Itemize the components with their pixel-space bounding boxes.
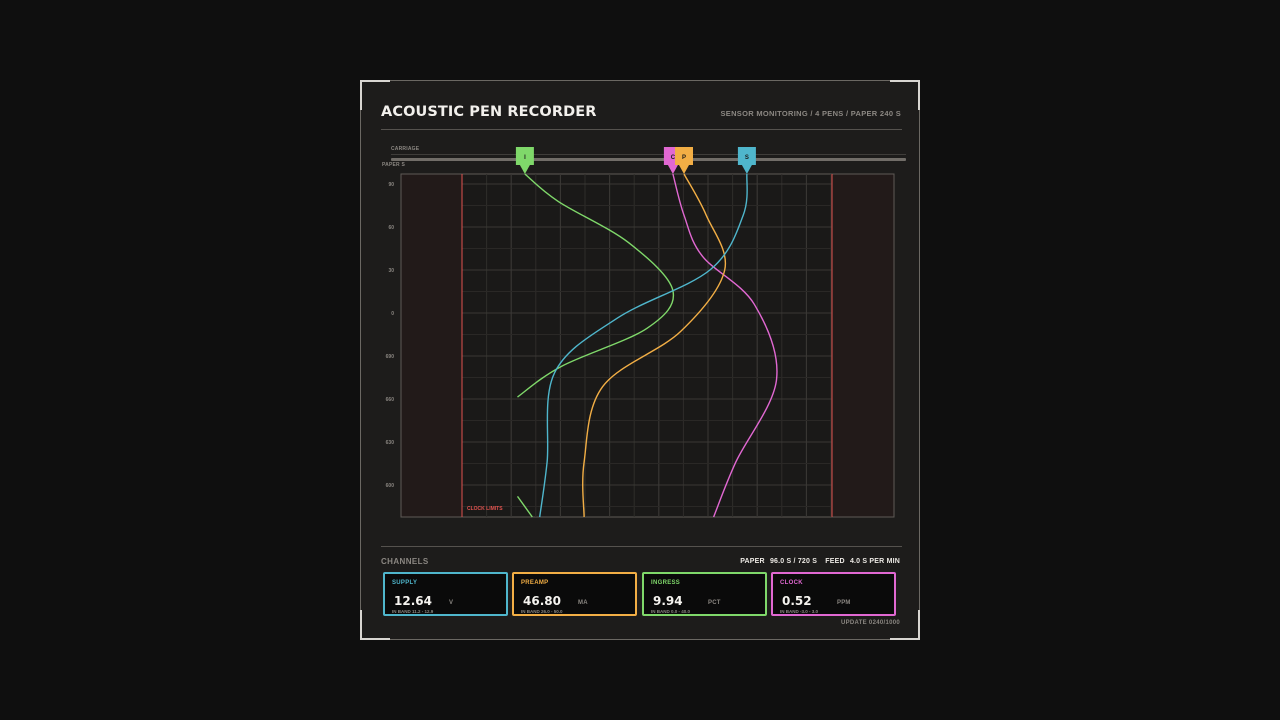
corner-mark — [360, 610, 362, 640]
out-of-limit-zone-right — [832, 174, 894, 517]
pen-label-p: P — [682, 155, 686, 161]
channel-band: IN BAND 0.0 - 40.0 — [651, 609, 691, 614]
y-tick-label: 690 — [386, 354, 395, 360]
channel-card-supply[interactable]: SUPPLY 12.64 V IN BAND 11.2 - 12.9 — [383, 572, 508, 616]
channel-unit: PPM — [837, 600, 851, 606]
update-counter: UPDATE 0240/1000 — [840, 620, 900, 626]
y-tick-label: 600 — [386, 483, 395, 489]
paper-feed-status: PAPER 96.0 S / 720 S FEED 4.0 S PER MIN — [737, 558, 900, 565]
channels-divider — [381, 546, 902, 547]
channel-card-ingress[interactable]: INGRESS 9.94 PCT IN BAND 0.0 - 40.0 — [642, 572, 767, 616]
channel-unit: V — [449, 600, 454, 606]
feed-value: 4.0 S PER MIN — [849, 558, 900, 565]
channel-value: 9.94 — [653, 594, 683, 608]
y-tick-label: 0 — [391, 311, 394, 317]
paper-value: 96.0 S / 720 S — [769, 558, 818, 565]
y-tick-label: 630 — [386, 440, 395, 446]
channel-name: CLOCK — [780, 580, 803, 586]
pen-tip-i — [519, 165, 530, 174]
channel-name: PREAMP — [521, 580, 549, 586]
y-tick-label: 30 — [388, 268, 394, 274]
feed-key: FEED — [825, 558, 845, 565]
recorder-panel: ACOUSTIC PEN RECORDER SENSOR MONITORING … — [360, 80, 920, 640]
pen-tip-p — [679, 165, 689, 174]
strip-chart: 9060300690660630600CLOCK LIMITSI C P S — [386, 147, 895, 518]
channel-card-clock[interactable]: CLOCK 0.52 PPM IN BAND -3.0 - 3.0 — [771, 572, 896, 616]
pen-tip-c — [667, 165, 678, 174]
pen-tip-s — [741, 165, 752, 174]
out-of-limit-zone-left — [401, 174, 462, 517]
y-tick-label: 90 — [388, 182, 394, 188]
channel-value: 46.80 — [523, 594, 561, 608]
y-tick-label: 660 — [386, 397, 395, 403]
channel-unit: MA — [578, 600, 588, 606]
channel-value: 0.52 — [782, 594, 812, 608]
channel-band: IN BAND 11.2 - 12.9 — [392, 609, 434, 614]
chart-frame — [400, 173, 895, 518]
paper-key: PAPER — [740, 558, 765, 565]
channel-band: IN BAND 26.0 - 50.0 — [521, 609, 563, 614]
channel-card-preamp[interactable]: PREAMP 46.80 MA IN BAND 26.0 - 50.0 — [512, 572, 637, 616]
channels-label: CHANNELS — [381, 557, 429, 566]
channel-name: INGRESS — [651, 580, 681, 586]
channel-value: 12.64 — [394, 594, 432, 608]
corner-mark — [918, 610, 920, 640]
pen-label-c: C — [671, 155, 676, 161]
channel-name: SUPPLY — [392, 580, 418, 586]
channel-band: IN BAND -3.0 - 3.0 — [780, 609, 819, 614]
pen-label-s: S — [745, 155, 749, 161]
y-tick-label: 60 — [388, 225, 394, 231]
clock-limits-label: CLOCK LIMITS — [467, 506, 503, 512]
corner-mark — [890, 638, 920, 640]
channel-unit: PCT — [708, 600, 721, 606]
corner-mark — [360, 638, 390, 640]
